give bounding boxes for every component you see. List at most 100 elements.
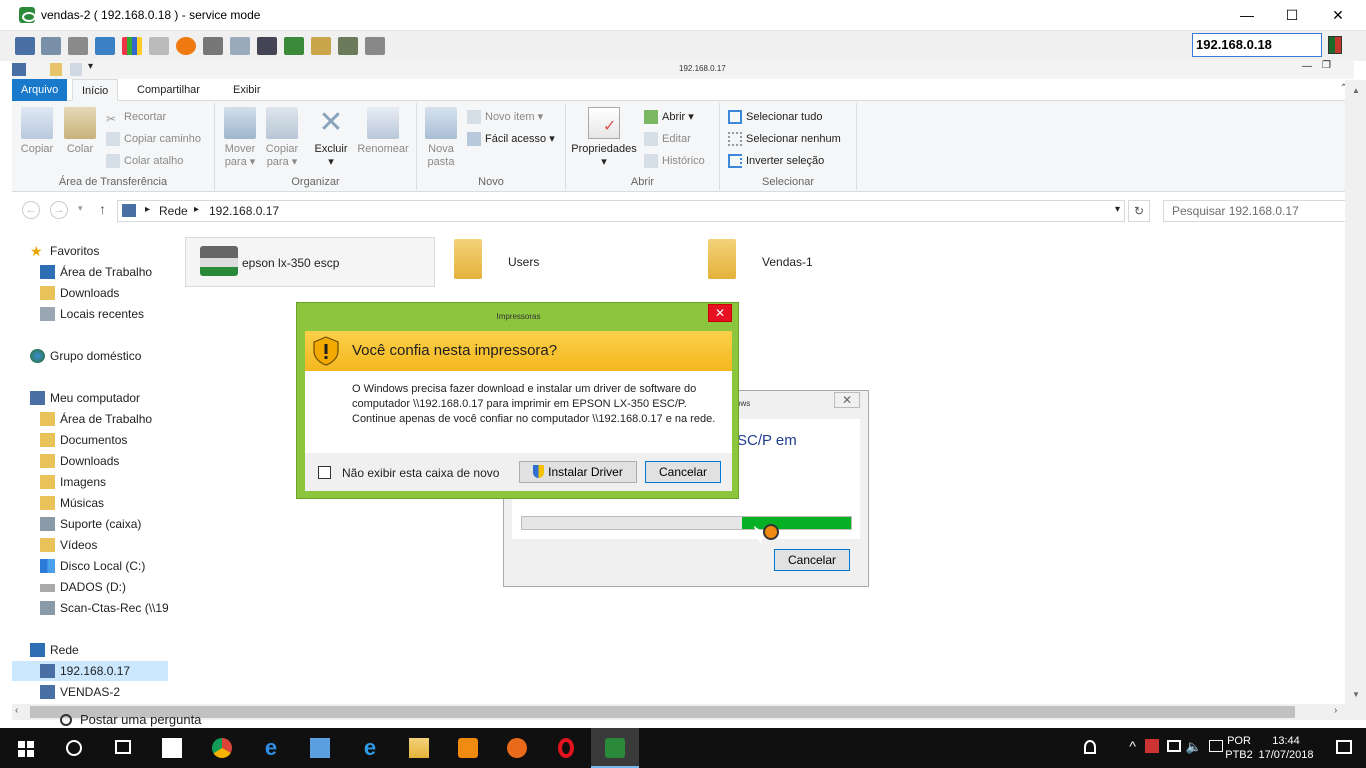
- paste-shortcut-button[interactable]: Colar atalho: [106, 152, 183, 170]
- easy-access-button[interactable]: Fácil acesso ▾: [467, 130, 555, 148]
- taskbar-app-explorer[interactable]: [395, 728, 443, 768]
- back-button[interactable]: ←: [22, 201, 40, 219]
- tab-arquivo[interactable]: Arquivo: [12, 79, 68, 101]
- refresh-icon[interactable]: [95, 37, 115, 55]
- display-icon[interactable]: [1209, 740, 1223, 752]
- minimize-button[interactable]: —: [1302, 61, 1312, 72]
- tools-icon[interactable]: [68, 37, 88, 55]
- taskbar-app-ie[interactable]: e: [346, 728, 394, 768]
- select-none-button[interactable]: Selecionar nenhum: [728, 130, 841, 148]
- scroll-up-icon[interactable]: ▲: [1352, 86, 1360, 95]
- cut-button[interactable]: ✂ Recortar: [106, 108, 166, 126]
- new-folder-button[interactable]: Nova pasta: [423, 107, 459, 169]
- properties-icon[interactable]: [50, 63, 62, 76]
- vertical-scrollbar[interactable]: ▲ ▼: [1345, 80, 1366, 720]
- network-tray-icon[interactable]: [1167, 740, 1181, 752]
- open-button[interactable]: Abrir ▾: [644, 108, 694, 126]
- recent-locations-button[interactable]: ▾: [78, 203, 83, 214]
- tab-inicio[interactable]: Início: [72, 79, 119, 101]
- properties-button[interactable]: ✓ Propriedades ▾: [568, 107, 640, 169]
- search-input[interactable]: Pesquisar 192.168.0.17: [1163, 200, 1354, 222]
- eye-icon: [605, 738, 625, 758]
- people-icon[interactable]: [1084, 740, 1096, 754]
- input-language[interactable]: POR PTB2: [1224, 734, 1254, 762]
- group-open: ✓ Propriedades ▾ Abrir ▾ Editar Histórico…: [566, 103, 720, 190]
- copy-button[interactable]: Copiar: [18, 107, 56, 156]
- computer-icon[interactable]: [12, 63, 26, 76]
- refresh-button[interactable]: ↻: [1128, 200, 1150, 222]
- security-icon[interactable]: [1145, 739, 1159, 753]
- notifications-icon[interactable]: [1336, 740, 1352, 754]
- close-button[interactable]: ✕: [1315, 0, 1361, 31]
- cancel-button[interactable]: Cancelar: [774, 549, 850, 571]
- keyboard-icon[interactable]: [149, 37, 169, 55]
- info-icon[interactable]: [365, 37, 385, 55]
- volume-icon[interactable]: 🔈: [1186, 739, 1202, 755]
- taskbar-app-edge[interactable]: e: [247, 728, 295, 768]
- taskbar-app-contacts[interactable]: [296, 728, 344, 768]
- rename-button[interactable]: Renomear: [355, 107, 411, 156]
- item-users[interactable]: Users: [440, 237, 680, 287]
- cancel-button[interactable]: Cancelar: [645, 461, 721, 483]
- fullscreen-icon[interactable]: [230, 37, 250, 55]
- copy-path-button[interactable]: Copiar caminho: [106, 130, 201, 148]
- paste-button[interactable]: Colar: [62, 107, 98, 156]
- tab-exibir[interactable]: Exibir: [224, 79, 270, 101]
- history-button[interactable]: Histórico: [644, 152, 705, 170]
- taskbar-app-chrome[interactable]: [198, 728, 246, 768]
- chevron-down-icon[interactable]: ▾: [88, 61, 93, 72]
- chevron-up-icon[interactable]: ^: [1129, 738, 1136, 754]
- chat-icon[interactable]: [338, 37, 358, 55]
- start-button[interactable]: [0, 728, 48, 768]
- nav-net-ip[interactable]: 192.168.0.17: [12, 661, 168, 681]
- up-button[interactable]: ↑: [99, 201, 106, 217]
- disconnect-icon[interactable]: [203, 37, 223, 55]
- taskbar-app-notes[interactable]: [148, 728, 196, 768]
- forward-button[interactable]: →: [50, 201, 68, 219]
- horizontal-scrollbar[interactable]: ‹ ›: [12, 704, 1354, 720]
- breadcrumb-rede[interactable]: Rede: [159, 204, 188, 218]
- dont-show-checkbox[interactable]: [318, 466, 331, 479]
- maximize-button[interactable]: ☐: [1269, 0, 1315, 31]
- screen-icon[interactable]: [257, 37, 277, 55]
- select-all-button[interactable]: Selecionar tudo: [728, 108, 822, 126]
- search-button[interactable]: [50, 728, 98, 768]
- windows-logo-icon[interactable]: [122, 37, 142, 55]
- taskbar-app-tool[interactable]: [493, 728, 541, 768]
- scroll-thumb[interactable]: [30, 706, 1295, 718]
- monitor-icon[interactable]: [15, 37, 35, 55]
- delete-button[interactable]: ✕ Excluir ▾: [311, 107, 351, 169]
- edit-button[interactable]: Editar: [644, 130, 691, 148]
- tab-compartilhar[interactable]: Compartilhar: [128, 79, 209, 101]
- clock[interactable]: 13:44 17/07/2018: [1256, 734, 1316, 762]
- item-printer[interactable]: epson lx-350 escp: [185, 237, 435, 287]
- file-icon[interactable]: [311, 37, 331, 55]
- install-driver-button[interactable]: Instalar Driver: [519, 461, 637, 483]
- breadcrumb-ip[interactable]: 192.168.0.17: [209, 204, 279, 218]
- host-field[interactable]: 192.168.0.18: [1192, 33, 1322, 57]
- close-button[interactable]: ✕: [834, 392, 860, 408]
- address-dropdown-icon[interactable]: ▾: [1115, 204, 1120, 215]
- scroll-left-icon[interactable]: ‹: [15, 705, 18, 716]
- taskbar-app-opera[interactable]: [542, 728, 590, 768]
- task-view-button[interactable]: [99, 728, 147, 768]
- new-item-button[interactable]: Novo item ▾: [467, 108, 543, 126]
- restore-button[interactable]: ❐: [1322, 60, 1331, 71]
- taskbar-app-remote[interactable]: [591, 728, 639, 768]
- new-folder-icon[interactable]: [70, 63, 82, 76]
- minimize-button[interactable]: —: [1224, 0, 1270, 31]
- move-to-button[interactable]: Mover para ▾: [221, 107, 259, 169]
- taskbar-app-office[interactable]: [444, 728, 492, 768]
- scroll-right-icon[interactable]: ›: [1334, 705, 1337, 716]
- close-button[interactable]: ✕: [708, 304, 732, 322]
- windows-icon[interactable]: [41, 37, 61, 55]
- nav-label: Imagens: [60, 475, 107, 489]
- transfer-icon[interactable]: [284, 37, 304, 55]
- folder-icon: [40, 454, 55, 468]
- scroll-down-icon[interactable]: ▼: [1352, 690, 1360, 699]
- copy-to-button[interactable]: Copiar para ▾: [263, 107, 301, 169]
- alert-icon[interactable]: [176, 37, 196, 55]
- item-vendas1[interactable]: Vendas-1: [694, 237, 934, 287]
- invert-selection-button[interactable]: Inverter seleção: [728, 152, 824, 170]
- address-box[interactable]: ▸ Rede ▸ 192.168.0.17 ▾: [117, 200, 1125, 222]
